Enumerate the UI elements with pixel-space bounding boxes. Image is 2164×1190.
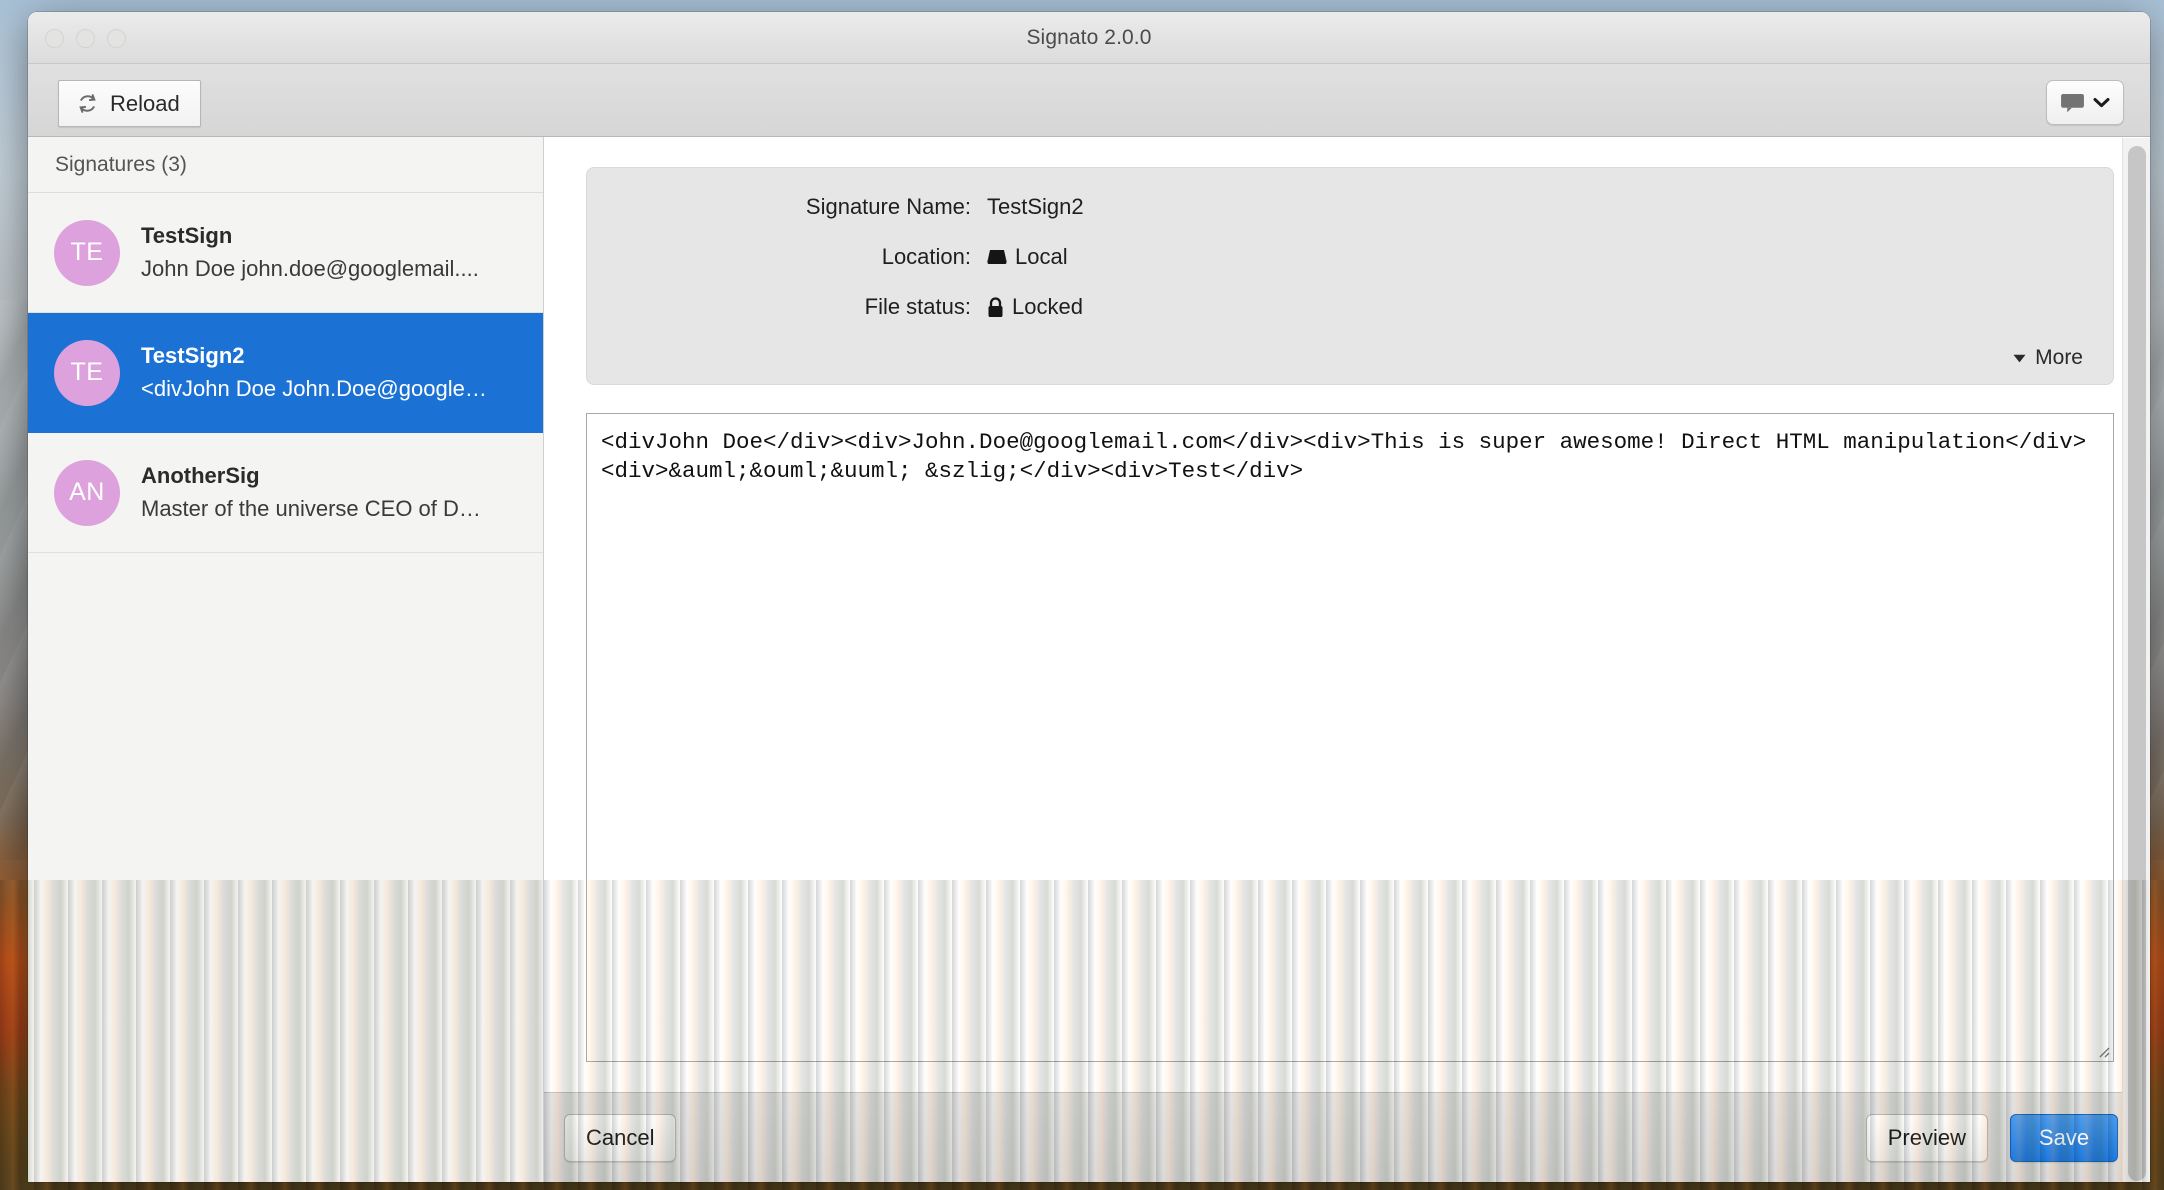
list-item-title: TestSign2 [141,343,245,368]
resize-handle-icon[interactable] [2095,1043,2110,1058]
avatar: TE [54,339,120,406]
info-row-file-status: File status: Locked [617,294,2083,320]
signature-name-value: TestSign2 [987,194,1084,219]
toolbar: Reload [28,64,2150,137]
list-item-text: AnotherSig Master of the universe CEO of… [141,463,525,522]
list-item[interactable]: AN AnotherSig Master of the universe CEO… [28,433,543,553]
sidebar-header: Signatures (3) [28,137,543,193]
info-label: Signature Name: [805,194,971,219]
info-value: TestSign2 [987,194,1084,220]
list-item-subtitle: Master of the universe CEO of D… [141,496,481,521]
list-item-title: TestSign [141,223,233,248]
speech-bubble-icon [2060,93,2085,113]
close-button[interactable] [45,29,64,48]
location-value: Local [1015,244,1068,269]
list-item-text: TestSign2 <divJohn Doe John.Doe@google… [141,343,525,402]
file-status-value: Locked [1012,294,1083,319]
info-value: Local [987,244,1068,270]
info-label: File status: [864,294,971,319]
signatures-sidebar: Signatures (3) TE TestSign John Doe john… [28,137,544,1182]
list-item[interactable]: TE TestSign John Doe john.doe@googlemail… [28,193,543,313]
minimize-button[interactable] [76,29,95,48]
avatar: TE [54,219,120,286]
save-button[interactable]: Save [2010,1113,2118,1162]
signature-info-card: Signature Name: TestSign2 Location: Loca… [586,167,2114,385]
list-item-subtitle: <divJohn Doe John.Doe@google… [141,376,487,401]
preview-button[interactable]: Preview [1865,1113,1988,1162]
app-window: Signato 2.0.0 Reload Signatures (3) TE T… [28,12,2150,1182]
lock-icon [987,296,1004,318]
detail-scroll-region: Signature Name: TestSign2 Location: Loca… [544,137,2150,1092]
action-bar: Cancel Preview Save [544,1092,2150,1182]
more-toggle[interactable]: More [617,344,2083,370]
caret-down-icon [2013,354,2026,363]
zoom-button[interactable] [107,29,126,48]
info-row-signature-name: Signature Name: TestSign2 [617,194,2083,220]
hard-drive-icon [987,248,1007,266]
window-scrollbar[interactable] [2122,138,2150,1182]
more-toggle-label: More [2035,346,2083,369]
desktop-wallpaper: Signato 2.0.0 Reload Signatures (3) TE T… [0,0,2164,1190]
list-item[interactable]: TE TestSign2 <divJohn Doe John.Doe@googl… [28,313,543,433]
window-title: Signato 2.0.0 [1026,25,1152,49]
cancel-button[interactable]: Cancel [564,1113,677,1162]
info-value: Locked [987,294,1083,320]
traffic-light-group [45,29,126,48]
content-area: Signatures (3) TE TestSign John Doe john… [28,137,2150,1182]
avatar: AN [54,459,120,526]
primary-actions: Preview Save [1865,1113,2118,1162]
signature-list: TE TestSign John Doe john.doe@googlemail… [28,193,543,1182]
reload-button[interactable]: Reload [58,80,201,127]
refresh-icon [76,92,99,115]
signature-html-editor[interactable]: <divJohn Doe</div><div>John.Doe@googlema… [586,413,2114,1062]
info-label: Location: [881,244,971,269]
info-row-location: Location: Local [617,244,2083,270]
view-menu-button[interactable] [2046,80,2124,125]
title-bar: Signato 2.0.0 [28,12,2150,64]
list-item-subtitle: John Doe john.doe@googlemail.... [141,256,479,281]
chevron-down-icon [2093,97,2110,108]
list-item-title: AnotherSig [141,463,260,488]
detail-pane: Signature Name: TestSign2 Location: Loca… [544,137,2150,1182]
list-item-text: TestSign John Doe john.doe@googlemail...… [141,223,525,282]
reload-button-label: Reload [110,90,180,116]
window-scrollbar-thumb[interactable] [2128,146,2146,1181]
